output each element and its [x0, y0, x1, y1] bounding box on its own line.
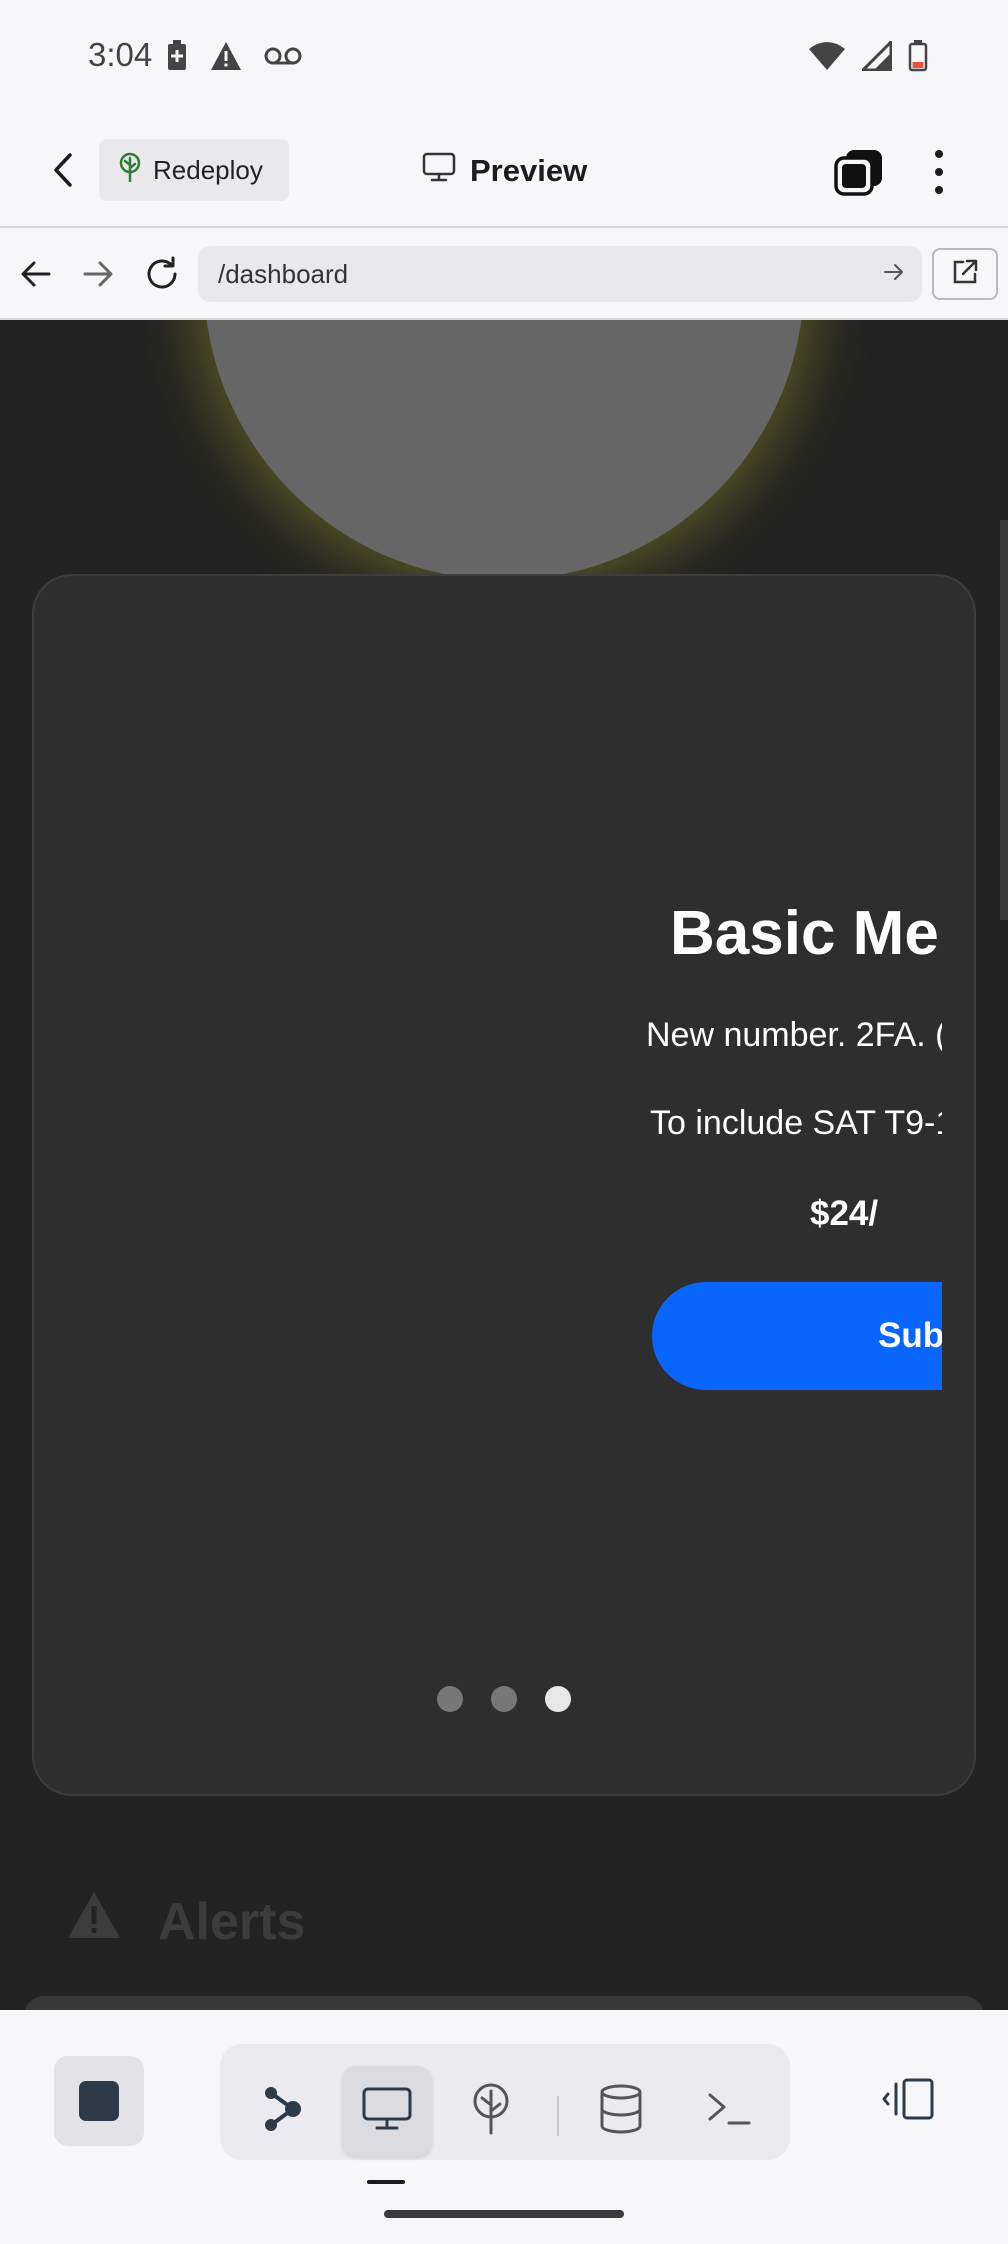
cell-signal-icon	[859, 38, 893, 76]
carousel-dot-2[interactable]	[491, 1686, 517, 1712]
chevron-left-icon	[50, 152, 78, 193]
redeploy-button[interactable]: Redeploy	[99, 139, 289, 201]
subscribe-button[interactable]: Subs	[652, 1282, 942, 1390]
carousel-dots	[34, 1686, 974, 1712]
nav-back-button[interactable]	[14, 254, 58, 298]
app-header: Redeploy Preview	[0, 116, 1008, 228]
arrow-left-icon	[21, 261, 51, 292]
stop-button[interactable]	[54, 2056, 144, 2146]
status-bar: 3:04	[0, 0, 1008, 116]
preview-content: Basic Me New number. 2FA. ( To include S…	[0, 320, 1008, 2010]
plan-slide: Basic Me New number. 2FA. ( To include S…	[634, 576, 942, 1794]
home-indicator[interactable]	[384, 2210, 624, 2218]
plan-price: $24/	[810, 1194, 879, 1233]
active-tool-indicator	[367, 2180, 405, 2184]
database-icon	[599, 2084, 643, 2139]
agent-graph-icon	[263, 2085, 303, 2138]
scrollbar[interactable]	[1000, 520, 1008, 920]
reload-button[interactable]	[140, 254, 184, 298]
stop-square-icon	[79, 2081, 119, 2121]
url-text: /dashboard	[218, 258, 349, 289]
arrow-right-small-icon[interactable]	[882, 260, 906, 291]
tool-group	[220, 2044, 790, 2160]
database-tool[interactable]	[576, 2066, 666, 2156]
status-icons-right	[808, 38, 928, 77]
monitor-icon	[362, 2087, 412, 2136]
status-icons-left	[166, 40, 302, 77]
arrow-right-icon	[83, 261, 113, 292]
url-input[interactable]: /dashboard	[198, 246, 922, 302]
plan-carousel-card: Basic Me New number. 2FA. ( To include S…	[32, 574, 976, 1796]
alerts-heading: Alerts	[66, 1890, 305, 1953]
carousel-dot-3[interactable]	[545, 1686, 571, 1712]
external-link-icon	[951, 258, 979, 291]
toolbar-divider	[557, 2096, 559, 2136]
page-title-text: Preview	[470, 153, 588, 188]
layout-toggle-button[interactable]	[872, 2056, 946, 2146]
reload-icon	[144, 256, 180, 297]
stacked-windows-icon[interactable]	[834, 148, 884, 198]
hero-circle	[204, 320, 804, 580]
split-layout-icon	[882, 2078, 936, 2125]
terminal-tool[interactable]	[684, 2066, 774, 2156]
carousel-dot-1[interactable]	[437, 1686, 463, 1712]
bottom-toolbar	[0, 2010, 1008, 2244]
preview-tool[interactable]	[342, 2066, 432, 2156]
url-bar: /dashboard	[0, 230, 1008, 320]
tree-icon	[117, 152, 143, 189]
plan-description-line-2: To include SAT T9-1	[650, 1104, 942, 1142]
monitor-icon	[422, 152, 456, 190]
vertical-dots-icon[interactable]	[924, 146, 954, 198]
agent-graph-tool[interactable]	[238, 2066, 328, 2156]
warning-triangle-icon	[66, 1890, 122, 1953]
status-time: 3:04	[88, 36, 153, 73]
redeploy-label: Redeploy	[153, 154, 263, 185]
battery-saver-icon	[166, 40, 188, 77]
back-button[interactable]	[40, 148, 88, 196]
open-external-button[interactable]	[932, 248, 998, 300]
app-root: 3:04 Redeploy Preview /dashboard Basic M…	[0, 0, 1008, 2244]
battery-low-icon	[908, 40, 928, 77]
carousel-viewport: Basic Me New number. 2FA. ( To include S…	[34, 576, 942, 1794]
plan-description-line-1: New number. 2FA. (	[646, 1016, 942, 1054]
plan-title: Basic Me	[670, 899, 939, 968]
voicemail-icon	[264, 46, 302, 71]
terminal-icon	[707, 2091, 751, 2132]
alerts-card	[24, 1996, 984, 2010]
wifi-icon	[808, 41, 846, 76]
page-title: Preview	[422, 146, 587, 196]
warning-icon	[210, 41, 242, 76]
deploy-tool[interactable]	[446, 2066, 536, 2156]
nav-forward-button[interactable]	[76, 254, 120, 298]
deploy-tree-icon	[469, 2083, 513, 2140]
alerts-label: Alerts	[158, 1892, 306, 1951]
